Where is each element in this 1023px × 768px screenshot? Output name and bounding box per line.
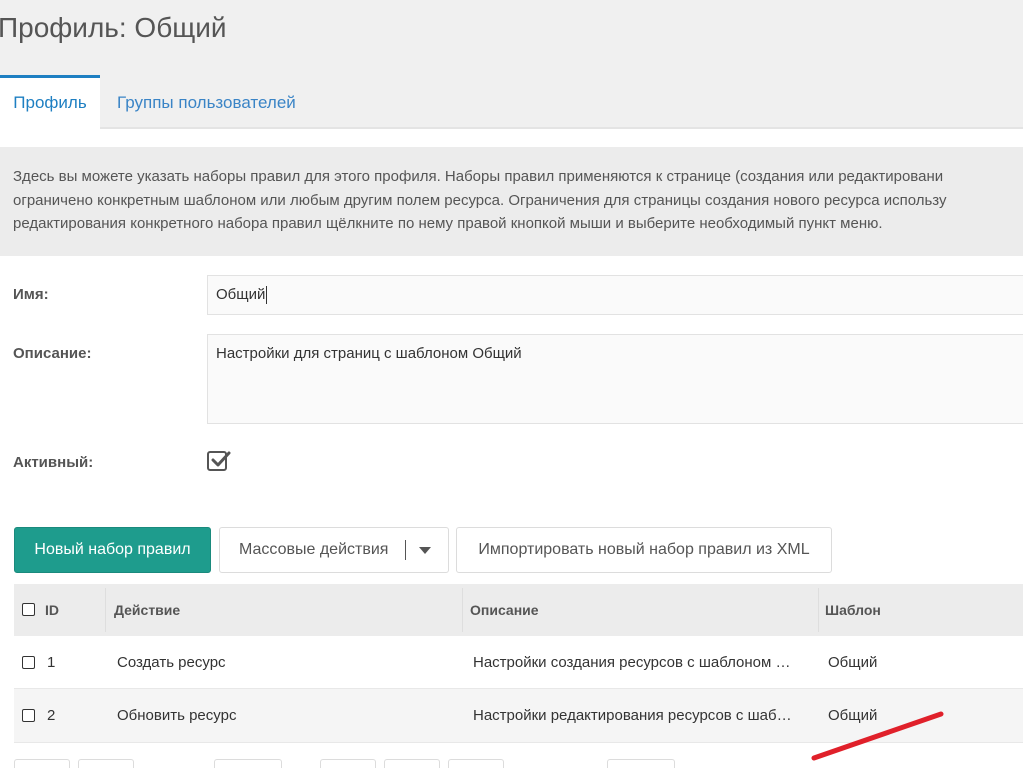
caret-down-icon[interactable]: [419, 547, 431, 554]
bulk-actions-button[interactable]: Массовые действия: [219, 527, 449, 573]
column-divider: [818, 588, 819, 632]
row-id: 1: [47, 654, 56, 671]
active-checkbox[interactable]: [207, 451, 231, 471]
pager-last-button[interactable]: [384, 759, 440, 768]
select-all-checkbox[interactable]: [22, 603, 35, 616]
button-divider: [405, 540, 406, 560]
new-ruleset-button[interactable]: Новый набор правил: [14, 527, 211, 573]
pager-prev-button[interactable]: [78, 759, 134, 768]
page-title: Профиль: Общий: [0, 12, 227, 43]
row-id: 2: [47, 707, 56, 724]
row-template: Общий: [828, 707, 878, 724]
column-header-id[interactable]: ID: [45, 584, 59, 636]
row-description: Настройки редактирования ресурсов с шаб…: [473, 707, 792, 724]
info-line: ограничено конкретным шаблоном или любым…: [13, 191, 947, 209]
tab-profile[interactable]: Профиль: [0, 75, 100, 129]
table-row[interactable]: 1 Создать ресурс Настройки создания ресу…: [14, 636, 1023, 689]
row-description: Настройки создания ресурсов с шаблоном …: [473, 654, 791, 671]
column-divider: [462, 588, 463, 632]
text-cursor: [266, 286, 268, 305]
checkmark-icon: [211, 451, 231, 467]
column-header-action[interactable]: Действие: [114, 584, 180, 636]
pager-page-input[interactable]: [214, 759, 282, 768]
column-header-template[interactable]: Шаблон: [825, 584, 881, 636]
grid-header: ID Действие Описание Шаблон: [14, 584, 1023, 636]
row-checkbox[interactable]: [22, 709, 35, 722]
description-label: Описание:: [13, 345, 92, 362]
pager-next-button[interactable]: [320, 759, 376, 768]
pager-page-size-input[interactable]: [607, 759, 675, 768]
name-field[interactable]: Общий: [207, 275, 1023, 315]
description-field[interactable]: Настройки для страниц с шаблоном Общий: [207, 334, 1023, 424]
page: Профиль: Общий Профиль Группы пользовате…: [0, 0, 1023, 768]
active-label: Активный:: [13, 454, 94, 471]
row-divider: [14, 742, 1023, 743]
info-line: Здесь вы можете указать наборы правил дл…: [13, 168, 944, 185]
row-checkbox[interactable]: [22, 656, 35, 669]
row-action: Обновить ресурс: [117, 707, 237, 724]
column-divider: [105, 588, 106, 632]
row-action: Создать ресурс: [117, 654, 226, 671]
info-line: редактирования конкретного набора правил…: [13, 215, 883, 232]
import-xml-button[interactable]: Импортировать новый набор правил из XML: [456, 527, 832, 573]
pager-first-button[interactable]: [14, 759, 70, 768]
row-template: Общий: [828, 654, 878, 671]
tab-user-groups[interactable]: Группы пользователей: [117, 75, 296, 129]
info-text: Здесь вы можете указать наборы правил дл…: [0, 147, 1023, 256]
name-field-value: Общий: [216, 286, 266, 303]
pager-refresh-button[interactable]: [448, 759, 504, 768]
description-field-value: Настройки для страниц с шаблоном Общий: [216, 345, 522, 362]
tab-bar: Профиль Группы пользователей: [0, 75, 1023, 129]
bulk-actions-label: Массовые действия: [239, 541, 389, 558]
column-header-description[interactable]: Описание: [470, 584, 539, 636]
table-row[interactable]: 2 Обновить ресурс Настройки редактирован…: [14, 689, 1023, 742]
profile-panel: Здесь вы можете указать наборы правил дл…: [0, 129, 1023, 768]
name-label: Имя:: [13, 286, 49, 303]
